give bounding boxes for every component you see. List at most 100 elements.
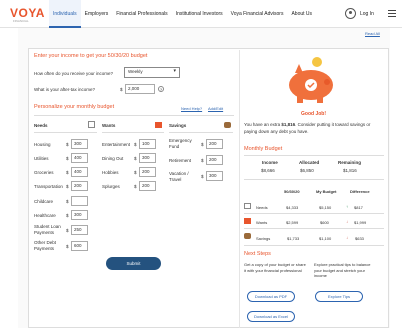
row-rule [244, 245, 384, 246]
dollar-sign: $ [66, 156, 69, 161]
gift-icon [155, 122, 162, 128]
monthly-budget-title: Monthly Budget [244, 146, 283, 152]
next-steps-title: Next Steps [244, 251, 271, 257]
row-rule [244, 228, 384, 229]
row-target-needs: $4,333 [286, 205, 299, 210]
needs-input-transportation[interactable]: 200 [71, 181, 88, 191]
read-all-link[interactable]: Read All [365, 31, 380, 36]
needs-label-transportation: Transportation [34, 184, 63, 189]
need-help-link[interactable]: Need Help? [181, 106, 202, 111]
tab-financial-professionals[interactable]: Financial Professionals [112, 0, 171, 28]
arrow-down-icon: ↓ [346, 219, 348, 224]
row-name-needs: Needs [256, 205, 268, 210]
help-icon[interactable]: ? [158, 86, 164, 92]
gift-icon [244, 218, 251, 224]
piggy-bank-illustration [283, 55, 339, 105]
savings-label-retirement: Retirement [169, 158, 192, 163]
income-frequency-value: Weekly [128, 69, 143, 74]
download-excel-button[interactable]: Download as Excel [247, 311, 295, 322]
wants-label-splurges: Splurges [102, 184, 120, 189]
savings-label-vacation: Vacation / Travel [169, 171, 189, 182]
dollar-sign: $ [66, 170, 69, 175]
dollar-sign: $ [66, 199, 69, 204]
row-diff-wants: $1,999 [354, 220, 367, 225]
nav-tabs: Individuals Employers Financial Professi… [49, 0, 316, 28]
savings-header-rule [169, 132, 233, 133]
row-mine-needs: $5,150 [319, 205, 332, 210]
needs-input-other-debt[interactable]: 600 [71, 241, 88, 251]
remaining-label: Remaining [338, 160, 362, 165]
hamburger-menu-icon[interactable] [388, 10, 396, 17]
savings-input-vacation[interactable]: 300 [206, 171, 223, 181]
summary-extra-amount: $1,816 [281, 122, 296, 127]
needs-input-utilities[interactable]: 400 [71, 153, 88, 163]
needs-label-childcare: Childcare [34, 199, 54, 204]
login-area[interactable]: Log In [345, 8, 374, 19]
wants-input-dining-out[interactable]: 300 [139, 153, 156, 163]
col-head-my-budget: My Budget [316, 189, 337, 194]
receive-income-label: How often do you receive your income? [34, 71, 114, 76]
download-pdf-button[interactable]: Download as PDF [247, 291, 295, 302]
needs-label-housing: Housing [34, 142, 51, 147]
dollar-sign: $ [120, 87, 123, 92]
submit-button[interactable]: Submit [106, 257, 161, 270]
row-diff-savings: $633 [355, 236, 364, 241]
panel-divider [239, 50, 240, 328]
arrow-up-icon: ↑ [346, 204, 348, 209]
totals-rule [244, 179, 384, 180]
needs-label-healthcare: Healthcare [34, 213, 56, 218]
after-tax-income-input[interactable]: 2,000 [125, 84, 155, 94]
login-link[interactable]: Log In [360, 11, 374, 17]
wants-input-entertainment[interactable]: 100 [139, 139, 156, 149]
needs-input-childcare[interactable] [71, 196, 88, 206]
tab-institutional-investors[interactable]: Institutional Investors [172, 0, 227, 28]
user-icon[interactable] [345, 8, 356, 19]
savings-input-retirement[interactable]: 200 [206, 155, 223, 165]
tab-individuals[interactable]: Individuals [49, 0, 81, 28]
col-head-difference: Difference [350, 189, 370, 194]
row-name-wants: Wants [256, 220, 268, 225]
wants-header: Wants [102, 123, 116, 128]
house-icon [244, 203, 251, 209]
dollar-sign: $ [201, 174, 204, 179]
row-target-wants: $2,599 [286, 220, 299, 225]
dollar-sign: $ [201, 142, 204, 147]
next-step-copy-text: Get a copy of your budget or share it wi… [244, 262, 306, 273]
add-edit-link[interactable]: Add/Edit [208, 106, 223, 111]
summary-message-pre: You have an extra [244, 122, 282, 127]
needs-label-student-loan: Student Loan Payments [34, 224, 61, 235]
row-mine-wants: $600 [320, 220, 329, 225]
summary-message: You have an extra $1,816. Consider putti… [244, 122, 384, 135]
personalize-title: Personalize your monthly budget [34, 104, 115, 110]
remaining-value: $1,816 [343, 168, 357, 173]
needs-input-healthcare[interactable]: 300 [71, 210, 88, 220]
allocated-label: Allocated [299, 160, 320, 165]
needs-input-student-loan[interactable]: 250 [71, 225, 88, 235]
wants-input-splurges[interactable]: 200 [139, 181, 156, 191]
tab-employers[interactable]: Employers [81, 0, 113, 28]
top-nav: VOYA FINANCIAL Individuals Employers Fin… [0, 0, 402, 28]
row-name-savings: Savings [256, 236, 271, 241]
tab-about-us[interactable]: About Us [287, 0, 316, 28]
dollar-sign: $ [134, 170, 137, 175]
dollar-sign: $ [201, 158, 204, 163]
wants-input-hobbies[interactable]: 200 [139, 167, 156, 177]
house-icon [88, 121, 95, 128]
row-mine-savings: $1,100 [319, 236, 332, 241]
savings-header: Savings [169, 123, 187, 128]
row-rule [244, 213, 384, 214]
tab-voya-financial-advisors[interactable]: Voya Financial Advisors [227, 0, 288, 28]
savings-input-emergency[interactable]: 200 [206, 139, 223, 149]
explore-tips-button[interactable]: Explore Tips [315, 291, 363, 302]
needs-input-groceries[interactable]: 400 [71, 167, 88, 177]
savings-label-emergency: Emergency Fund [169, 138, 192, 149]
dollar-sign: $ [66, 142, 69, 147]
next-step-tips-text: Explore practical tips to balance your b… [314, 262, 371, 278]
after-tax-income-label: What is your after-tax income? [34, 87, 96, 92]
needs-header: Needs [34, 123, 48, 128]
needs-label-utilities: Utilities [34, 156, 49, 161]
income-frequency-select[interactable]: Weekly ▾ [124, 67, 180, 78]
dollar-sign: $ [66, 184, 69, 189]
needs-input-housing[interactable]: 300 [71, 139, 88, 149]
voya-logo[interactable]: VOYA [10, 6, 45, 20]
